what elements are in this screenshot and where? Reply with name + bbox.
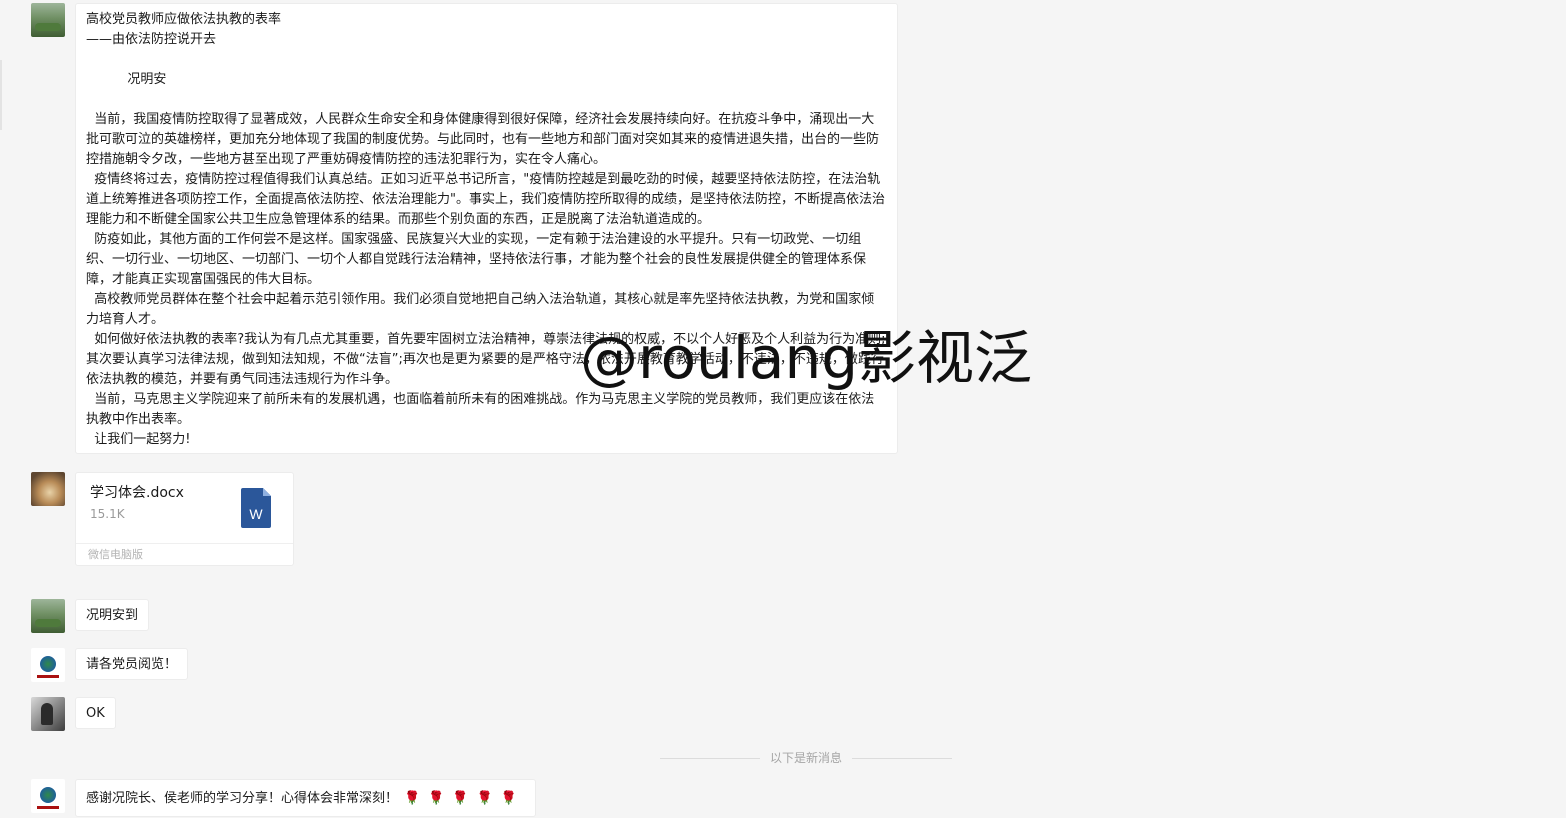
file-name: 学习体会.docx — [90, 485, 184, 501]
file-size: 15.1K — [90, 507, 125, 521]
avatar-sender-file[interactable] — [31, 472, 65, 506]
message-bubble[interactable]: 况明安到 — [75, 599, 150, 631]
word-icon-letter: W — [249, 506, 263, 522]
avatar-university-logo[interactable] — [31, 648, 65, 682]
rose-icons: 🌹🌹🌹🌹🌹 — [404, 791, 525, 806]
message-text: 感谢况院长、侯老师的学习分享！心得体会非常深刻！ — [86, 791, 399, 806]
watermark-text: @roulang影视泛 — [580, 324, 1033, 392]
new-messages-divider: 以下是新消息 — [660, 748, 952, 768]
new-messages-label: 以下是新消息 — [769, 751, 842, 765]
file-source-label: 微信电脑版 — [76, 543, 293, 568]
avatar-university-logo[interactable] — [31, 779, 65, 813]
file-message-card[interactable]: 学习体会.docx 15.1K W 微信电脑版 — [75, 472, 294, 566]
message-bubble[interactable]: 请各党员阅览！ — [75, 648, 189, 680]
window-edge — [0, 60, 2, 130]
message-bubble[interactable]: 感谢况院长、侯老师的学习分享！心得体会非常深刻！ 🌹🌹🌹🌹🌹 — [75, 779, 536, 817]
word-document-icon: W — [241, 488, 271, 528]
avatar-kuang[interactable] — [31, 599, 65, 633]
avatar-kuang[interactable] — [31, 3, 65, 37]
message-bubble[interactable]: OK — [75, 697, 116, 729]
avatar-person[interactable] — [31, 697, 65, 731]
